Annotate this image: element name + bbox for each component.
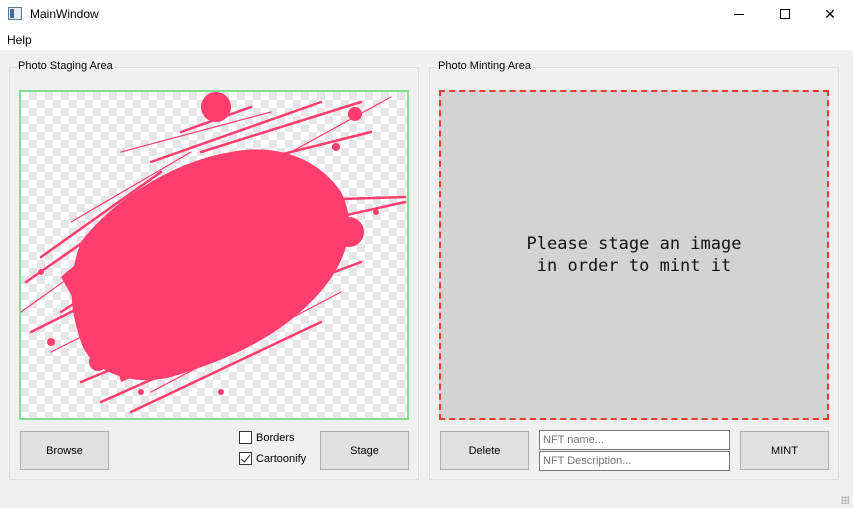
staging-image-frame — [19, 90, 409, 420]
minimize-button[interactable] — [716, 0, 762, 28]
delete-button[interactable]: Delete — [440, 431, 529, 470]
cartoonify-checkbox[interactable] — [239, 452, 252, 465]
close-icon: ✕ — [824, 5, 836, 22]
paint-splash-image — [21, 92, 407, 414]
maximize-icon — [780, 9, 790, 19]
mint-button[interactable]: MINT — [740, 431, 829, 470]
nft-description-input[interactable] — [539, 451, 730, 471]
borders-checkbox-row[interactable]: Borders — [239, 431, 295, 444]
borders-label: Borders — [256, 431, 295, 444]
menu-item-help[interactable]: Help — [7, 33, 32, 47]
title-bar: MainWindow ✕ — [0, 0, 853, 28]
minting-group-title: Photo Minting Area — [436, 60, 533, 72]
minimize-icon — [734, 13, 744, 15]
close-button[interactable]: ✕ — [807, 0, 853, 28]
maximize-button[interactable] — [762, 0, 808, 28]
mint-placeholder-message: Please stage an image in order to mint i… — [526, 234, 742, 276]
cartoonify-label: Cartoonify — [256, 452, 307, 465]
minting-preview-area: Please stage an image in order to mint i… — [439, 90, 829, 420]
borders-checkbox[interactable] — [239, 431, 252, 444]
nft-name-input[interactable] — [539, 430, 730, 450]
browse-button[interactable]: Browse — [20, 431, 109, 470]
stage-button[interactable]: Stage — [320, 431, 409, 470]
menu-bar: Help — [0, 28, 853, 50]
app-window-icon — [8, 7, 22, 20]
resize-grip[interactable] — [841, 496, 849, 504]
staging-group-title: Photo Staging Area — [16, 60, 115, 72]
cartoonify-checkbox-row[interactable]: Cartoonify — [239, 452, 306, 465]
window-title: MainWindow — [30, 7, 99, 21]
